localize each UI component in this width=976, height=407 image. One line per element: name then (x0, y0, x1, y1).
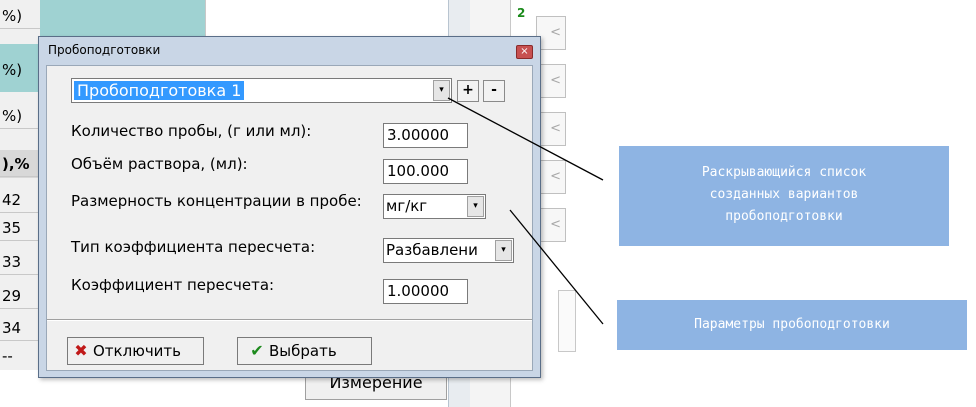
callout-dropdown-line: созданных вариантов (709, 187, 859, 202)
callout-line-dropdown (447, 97, 604, 181)
callout-dropdown-line: Раскрывающийся список (701, 165, 867, 180)
callout-line-params (509, 209, 604, 325)
callout-dropdown-line: пробоподготовки (725, 209, 843, 224)
callout-dropdown: Раскрывающийся список созданных варианто… (619, 146, 949, 246)
callout-params: Параметры пробоподготовки (617, 300, 967, 350)
